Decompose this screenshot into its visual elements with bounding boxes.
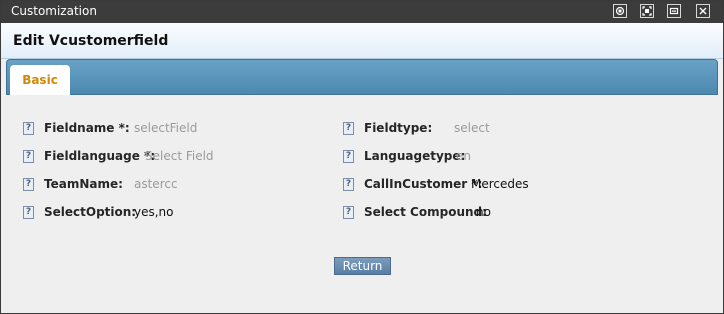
help-icon[interactable]: ? xyxy=(23,150,34,163)
teamname-value: astercc xyxy=(134,177,178,191)
tab-basic-label: Basic xyxy=(22,73,58,87)
languagetype-value: en xyxy=(456,149,471,163)
return-button[interactable]: Return xyxy=(334,257,391,275)
selectoption-value: yes,no xyxy=(134,205,174,219)
page-title: Edit Vcustomerfield xyxy=(13,33,169,49)
languagetype-label: Languagetype: xyxy=(364,149,466,163)
page-header: Edit Vcustomerfield xyxy=(1,23,723,59)
selectcompound-value: no xyxy=(476,205,491,219)
help-icon[interactable]: ? xyxy=(23,122,34,135)
help-icon[interactable]: ? xyxy=(343,206,354,219)
window-title: Customization xyxy=(11,4,97,18)
fieldname-value: selectField xyxy=(134,121,198,135)
fieldlanguage-value: Select Field xyxy=(145,149,214,163)
customization-window: Customization Edit Vcustomerfield Basic … xyxy=(0,0,724,314)
help-icon[interactable]: ? xyxy=(343,122,354,135)
fieldname-label: Fieldname *: xyxy=(44,121,130,135)
help-icon[interactable]: ? xyxy=(23,206,34,219)
selectcompound-label: Select Compound: xyxy=(364,205,487,219)
help-icon[interactable]: ? xyxy=(343,178,354,191)
minimize-icon[interactable] xyxy=(667,4,681,18)
fieldlanguage-label: Fieldlanguage *: xyxy=(44,149,156,163)
help-icon[interactable]: ? xyxy=(343,150,354,163)
callincustomer-label: CallInCustomer *: xyxy=(364,177,483,191)
tab-bar: Basic xyxy=(6,59,718,95)
help-icon[interactable]: ? xyxy=(23,178,34,191)
fieldtype-value: select xyxy=(454,121,490,135)
restore-icon[interactable] xyxy=(613,4,627,18)
selectoption-label: SelectOption: xyxy=(44,205,137,219)
maximize-icon[interactable] xyxy=(640,4,654,18)
tab-basic[interactable]: Basic xyxy=(10,65,70,95)
title-bar: Customization xyxy=(1,1,723,23)
teamname-label: TeamName: xyxy=(44,177,123,191)
callincustomer-value: Mercedes xyxy=(471,177,529,191)
fieldtype-label: Fieldtype: xyxy=(364,121,433,135)
close-icon[interactable] xyxy=(696,4,710,18)
